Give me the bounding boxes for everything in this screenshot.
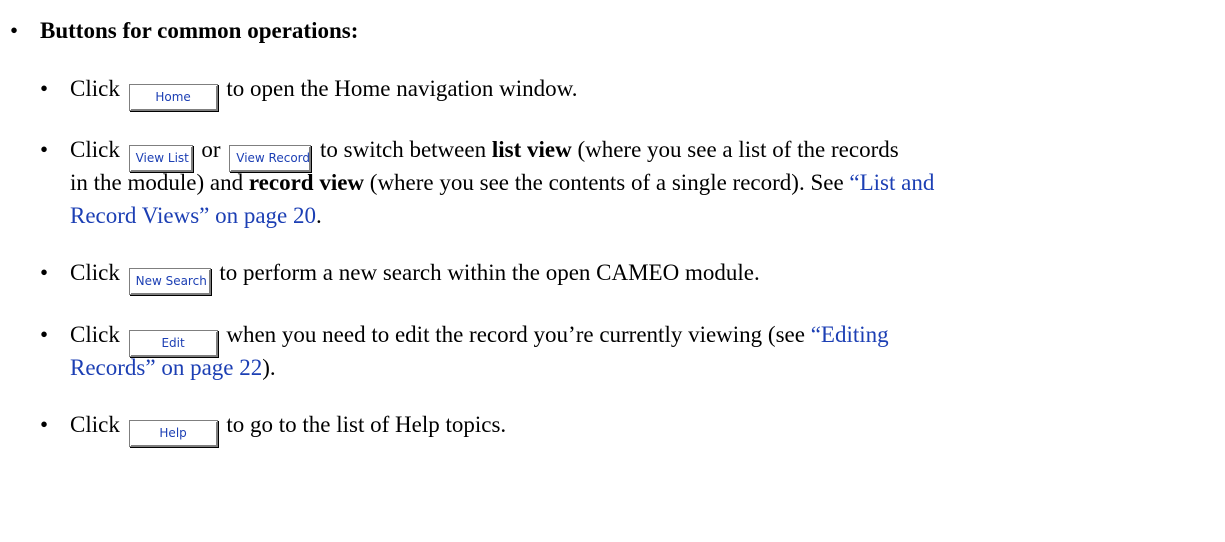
bullet-marker: • — [10, 18, 19, 43]
help-button[interactable]: Help — [128, 420, 218, 447]
list-item-edit-line2: Records” on page 22). — [70, 355, 276, 380]
bullet-marker: • — [40, 322, 49, 347]
link-editing-records[interactable]: “Editing — [811, 322, 889, 347]
link-list-and-record-views[interactable]: “List and — [849, 170, 934, 195]
new-search-button[interactable]: New Search — [128, 268, 211, 295]
list-item-views-line3: Record Views” on page 20. — [70, 203, 322, 228]
term-record-view: record view — [248, 170, 365, 195]
list-item-home: Click Home to open the Home navigation w… — [70, 72, 577, 111]
link-editing-records-cont[interactable]: Records” on page 22 — [70, 355, 262, 380]
link-list-and-record-views-cont[interactable]: Record Views” on page 20 — [70, 203, 316, 228]
bullet-marker: • — [40, 412, 49, 437]
bullet-marker: • — [40, 260, 49, 285]
home-button[interactable]: Home — [128, 84, 218, 111]
section-heading: Buttons for common operations: — [40, 18, 359, 43]
bullet-marker: • — [40, 137, 49, 162]
list-item-new-search: Click New Search to perform a new search… — [70, 256, 760, 295]
list-item-views-line2: in the module) and record view (where yo… — [70, 170, 935, 195]
term-list-view: list view — [491, 137, 572, 162]
bullet-marker: • — [40, 76, 49, 101]
list-item-help: Click Help to go to the list of Help top… — [70, 408, 506, 447]
